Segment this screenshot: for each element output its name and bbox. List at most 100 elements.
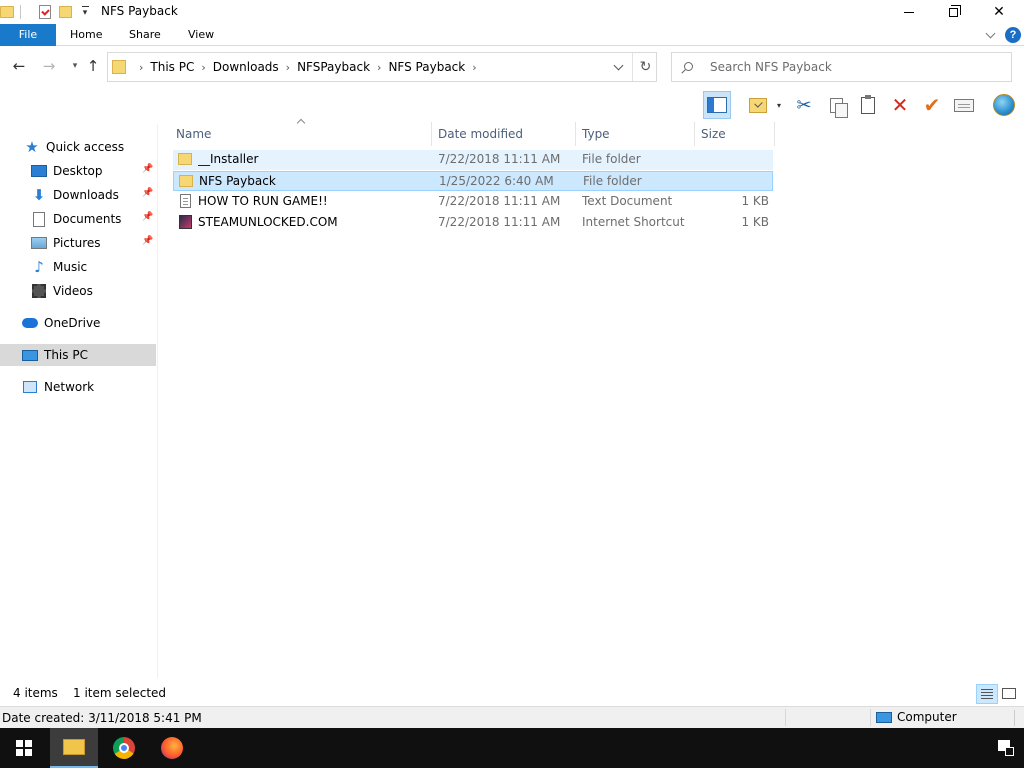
action-center-icon[interactable] bbox=[996, 738, 1014, 756]
sidebar-item-label: Desktop bbox=[53, 164, 103, 178]
expand-ribbon-icon[interactable] bbox=[985, 29, 997, 41]
sidebar-item-this-pc[interactable]: This PC bbox=[0, 344, 156, 366]
internet-shortcut-icon bbox=[179, 215, 192, 229]
chevron-right-icon[interactable]: › bbox=[286, 61, 290, 74]
large-icons-view-icon[interactable] bbox=[1000, 685, 1018, 701]
address-history-button[interactable] bbox=[606, 53, 630, 81]
details-view-icon[interactable] bbox=[976, 684, 998, 704]
divider bbox=[20, 5, 21, 19]
sidebar-item-documents[interactable]: Documents 📌 bbox=[0, 208, 156, 230]
divider bbox=[785, 709, 786, 726]
refresh-icon: ↻ bbox=[639, 59, 652, 75]
file-name: STEAMUNLOCKED.COM bbox=[198, 215, 338, 229]
close-icon: ✕ bbox=[993, 4, 1005, 20]
preview-pane-button[interactable] bbox=[703, 91, 731, 119]
search-input[interactable] bbox=[710, 53, 1000, 81]
network-icon bbox=[22, 379, 38, 395]
resize-grip[interactable] bbox=[1014, 710, 1015, 726]
breadcrumb-nfspayback[interactable]: NFSPayback bbox=[297, 60, 370, 74]
downloads-icon: ⬇ bbox=[32, 186, 46, 204]
tab-share[interactable]: Share bbox=[129, 24, 161, 46]
sidebar-item-downloads[interactable]: ⬇ Downloads 📌 bbox=[0, 184, 156, 206]
forward-arrow-icon[interactable]: → bbox=[40, 57, 58, 75]
rename-button[interactable]: ✔ bbox=[918, 91, 946, 119]
desktop-icon bbox=[31, 163, 47, 179]
cut-icon: ✂ bbox=[796, 94, 812, 116]
command-toolbar: ▾ ✂ ✕ ✔ bbox=[700, 89, 1024, 119]
tab-home[interactable]: Home bbox=[70, 24, 102, 46]
file-date-modified: 7/22/2018 11:11 AM bbox=[438, 215, 561, 229]
customize-toolbar-dropdown-icon[interactable]: ▾ bbox=[80, 6, 90, 18]
videos-icon bbox=[31, 283, 47, 299]
sidebar-item-network[interactable]: Network bbox=[0, 376, 156, 398]
title-bar: ▾ NFS Payback ✕ bbox=[0, 0, 1024, 24]
chevron-right-icon[interactable]: › bbox=[377, 61, 381, 74]
sidebar-item-label: Videos bbox=[53, 284, 93, 298]
sidebar-item-onedrive[interactable]: OneDrive bbox=[0, 312, 156, 334]
breadcrumb-downloads[interactable]: Downloads bbox=[213, 60, 279, 74]
divider bbox=[870, 709, 871, 726]
pin-icon: 📌 bbox=[142, 212, 154, 222]
help-icon[interactable]: ? bbox=[1005, 27, 1021, 43]
close-button[interactable]: ✕ bbox=[976, 0, 1022, 24]
back-arrow-icon[interactable]: ← bbox=[10, 57, 28, 75]
table-row[interactable]: STEAMUNLOCKED.COM 7/22/2018 11:11 AM Int… bbox=[173, 213, 773, 233]
sidebar-item-label: Music bbox=[53, 260, 88, 274]
breadcrumb: › This PC › Downloads › NFSPayback › NFS… bbox=[132, 53, 484, 81]
properties-icon bbox=[954, 98, 974, 112]
maximize-button[interactable] bbox=[930, 0, 976, 24]
sidebar-item-pictures[interactable]: Pictures 📌 bbox=[0, 232, 156, 254]
search-icon bbox=[684, 62, 693, 71]
star-icon: ★ bbox=[25, 138, 39, 156]
view-options-button[interactable] bbox=[744, 91, 772, 119]
file-explorer-icon bbox=[63, 739, 85, 755]
breadcrumb-nfs-payback[interactable]: NFS Payback bbox=[388, 60, 465, 74]
address-bar[interactable]: › This PC › Downloads › NFSPayback › NFS… bbox=[107, 52, 657, 82]
properties-button[interactable] bbox=[950, 91, 978, 119]
paste-button[interactable] bbox=[854, 91, 882, 119]
taskbar bbox=[0, 728, 1024, 768]
sidebar-item-music[interactable]: ♪ Music bbox=[0, 256, 156, 278]
documents-icon bbox=[31, 211, 47, 227]
item-count: 4 items bbox=[13, 686, 58, 700]
sidebar-item-quick-access[interactable]: ★ Quick access bbox=[0, 136, 156, 158]
chevron-right-icon[interactable]: › bbox=[201, 61, 205, 74]
table-row[interactable]: HOW TO RUN GAME!! 7/22/2018 11:11 AM Tex… bbox=[173, 192, 773, 212]
minimize-button[interactable] bbox=[886, 0, 932, 24]
start-button[interactable] bbox=[0, 728, 48, 768]
column-header-type[interactable]: Type bbox=[576, 122, 695, 146]
recent-locations-dropdown-icon[interactable]: ▾ bbox=[66, 57, 84, 75]
column-header-date-modified[interactable]: Date modified bbox=[432, 122, 576, 146]
sidebar-item-label: This PC bbox=[44, 348, 88, 362]
new-folder-icon[interactable] bbox=[59, 6, 72, 18]
up-arrow-icon[interactable]: ↑ bbox=[84, 57, 102, 75]
view-options-dropdown-icon[interactable]: ▾ bbox=[770, 91, 788, 119]
sidebar-item-videos[interactable]: Videos bbox=[0, 280, 156, 302]
refresh-button[interactable]: ↻ bbox=[632, 53, 658, 81]
taskbar-chrome[interactable] bbox=[100, 728, 148, 768]
taskbar-firefox[interactable] bbox=[148, 728, 196, 768]
file-type: Text Document bbox=[582, 194, 673, 208]
folder-icon bbox=[178, 153, 192, 165]
cut-button[interactable]: ✂ bbox=[790, 91, 818, 119]
chevron-right-icon[interactable]: › bbox=[472, 61, 476, 74]
table-row[interactable]: __Installer 7/22/2018 11:11 AM File fold… bbox=[173, 150, 773, 170]
selection-count: 1 item selected bbox=[73, 686, 167, 700]
sidebar-item-desktop[interactable]: Desktop 📌 bbox=[0, 160, 156, 182]
folder-icon bbox=[179, 175, 193, 187]
delete-button[interactable]: ✕ bbox=[886, 91, 914, 119]
chevron-right-icon[interactable]: › bbox=[139, 61, 143, 74]
globe-button[interactable] bbox=[990, 91, 1018, 119]
folder-icon bbox=[112, 60, 126, 74]
column-header-name[interactable]: Name bbox=[170, 122, 432, 146]
column-header-size[interactable]: Size bbox=[695, 122, 775, 146]
tab-view[interactable]: View bbox=[188, 24, 214, 46]
properties-icon[interactable] bbox=[39, 5, 51, 19]
table-row[interactable]: NFS Payback 1/25/2022 6:40 AM File folde… bbox=[173, 171, 773, 191]
file-list: Name Date modified Type Size __Installer… bbox=[170, 118, 1024, 678]
search-box[interactable] bbox=[671, 52, 1012, 82]
tab-file[interactable]: File bbox=[0, 24, 56, 46]
copy-button[interactable] bbox=[822, 91, 850, 119]
breadcrumb-this-pc[interactable]: This PC bbox=[150, 60, 194, 74]
taskbar-file-explorer[interactable] bbox=[50, 728, 98, 768]
